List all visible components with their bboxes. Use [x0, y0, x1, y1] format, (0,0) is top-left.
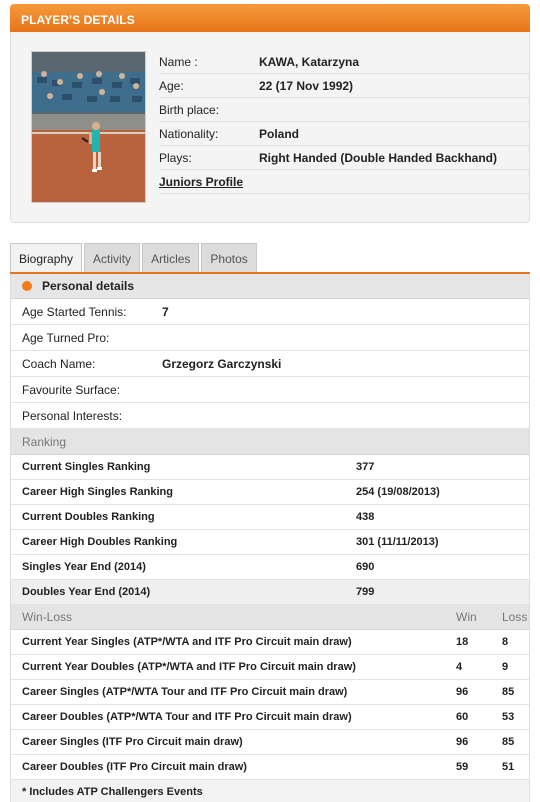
plays-label: Plays:	[159, 150, 192, 165]
tab-photos[interactable]: Photos	[201, 243, 257, 272]
table-row: Favourite Surface:	[11, 377, 529, 403]
table-row: Current Singles Ranking 377	[11, 455, 529, 480]
row-value: 301 (11/11/2013)	[356, 536, 439, 548]
row-label: Doubles Year End (2014)	[22, 586, 151, 598]
win-column-header: Win	[456, 610, 477, 624]
age-label: Age:	[159, 78, 184, 93]
row-loss: 85	[502, 736, 515, 748]
row-label: Coach Name:	[22, 356, 96, 371]
row-value: 7	[162, 304, 169, 319]
table-row: Singles Year End (2014) 690	[11, 555, 529, 580]
tab-biography[interactable]: Biography	[10, 243, 83, 273]
row-value: 799	[356, 586, 375, 598]
row-label: Current Singles Ranking	[22, 461, 151, 473]
table-row: Career High Doubles Ranking 301 (11/11/2…	[11, 530, 529, 555]
info-row-birth: Birth place:	[159, 98, 529, 122]
nationality-label: Nationality:	[159, 126, 219, 141]
bullet-dot-icon	[22, 281, 32, 291]
row-loss: 53	[502, 711, 515, 723]
table-row: Age Started Tennis: 7	[11, 299, 529, 325]
table-row: Career High Singles Ranking 254 (19/08/2…	[11, 480, 529, 505]
row-win: 59	[456, 761, 469, 773]
biography-panel: Personal details Age Started Tennis: 7 A…	[10, 274, 530, 802]
row-loss: 85	[502, 686, 515, 698]
row-value: 438	[356, 511, 375, 523]
player-nationality: Poland	[259, 126, 300, 141]
row-label: Current Year Singles (ATP*/WTA and ITF P…	[22, 636, 352, 648]
player-age: 22 (17 Nov 1992)	[259, 78, 354, 93]
row-label: Career Singles (ITF Pro Circuit main dra…	[22, 736, 243, 748]
juniors-profile-link[interactable]: Juniors Profile	[159, 175, 243, 189]
row-label: Favourite Surface:	[22, 382, 121, 397]
table-row: Current Year Singles (ATP*/WTA and ITF P…	[11, 630, 529, 655]
row-label: Career High Singles Ranking	[22, 486, 173, 498]
player-info: Name : KAWA, Katarzyna Age: 22 (17 Nov 1…	[159, 50, 529, 194]
winloss-header: Win-Loss Win Loss	[11, 605, 529, 630]
info-row-age: Age: 22 (17 Nov 1992)	[159, 74, 529, 98]
row-label: Career Singles (ATP*/WTA Tour and ITF Pr…	[22, 686, 348, 698]
player-photo	[31, 51, 146, 203]
row-label: Age Turned Pro:	[22, 330, 110, 345]
footnote-text: * Includes ATP Challengers Events	[22, 786, 203, 798]
personal-details-title: Personal details	[42, 279, 135, 293]
info-row-name: Name : KAWA, Katarzyna	[159, 50, 529, 74]
info-row-nationality: Nationality: Poland	[159, 122, 529, 146]
row-loss: 8	[502, 636, 509, 648]
table-row: Current Year Doubles (ATP*/WTA and ITF P…	[11, 655, 529, 680]
player-details-panel: Name : KAWA, Katarzyna Age: 22 (17 Nov 1…	[10, 32, 530, 223]
players-details-header: PLAYER'S DETAILS	[10, 4, 530, 32]
row-label: Career Doubles (ATP*/WTA Tour and ITF Pr…	[22, 711, 352, 723]
row-win: 60	[456, 711, 469, 723]
row-label: Singles Year End (2014)	[22, 561, 146, 573]
row-label: Personal Interests:	[22, 408, 123, 423]
table-row: Current Doubles Ranking 438	[11, 505, 529, 530]
tab-articles[interactable]: Articles	[142, 243, 200, 272]
info-row-juniors: Juniors Profile	[159, 170, 529, 194]
table-row: Age Turned Pro:	[11, 325, 529, 351]
ranking-header: Ranking	[11, 429, 529, 455]
winloss-title: Win-Loss	[22, 610, 73, 624]
table-row: Career Singles (ATP*/WTA Tour and ITF Pr…	[11, 680, 529, 705]
row-win: 18	[456, 636, 469, 648]
table-row: Doubles Year End (2014) 799	[11, 580, 529, 605]
row-win: 96	[456, 686, 469, 698]
table-row: Coach Name: Grzegorz Garczynski	[11, 351, 529, 377]
table-row: Career Singles (ITF Pro Circuit main dra…	[11, 730, 529, 755]
tab-activity[interactable]: Activity	[84, 243, 141, 272]
player-plays: Right Handed (Double Handed Backhand)	[259, 150, 498, 165]
name-label: Name :	[159, 54, 198, 69]
row-label: Career Doubles (ITF Pro Circuit main dra…	[22, 761, 247, 773]
loss-column-header: Loss	[502, 610, 528, 624]
table-row: Career Doubles (ITF Pro Circuit main dra…	[11, 755, 529, 780]
row-label: Career High Doubles Ranking	[22, 536, 178, 548]
row-value: 254 (19/08/2013)	[356, 486, 440, 498]
row-loss: 51	[502, 761, 515, 773]
table-row: Career Doubles (ATP*/WTA Tour and ITF Pr…	[11, 705, 529, 730]
row-label: Current Year Doubles (ATP*/WTA and ITF P…	[22, 661, 356, 673]
row-value: 377	[356, 461, 375, 473]
row-label: Current Doubles Ranking	[22, 511, 155, 523]
table-row: Personal Interests:	[11, 403, 529, 429]
info-row-plays: Plays: Right Handed (Double Handed Backh…	[159, 146, 529, 170]
players-details-title: PLAYER'S DETAILS	[21, 13, 135, 27]
row-loss: 9	[502, 661, 509, 673]
row-value: Grzegorz Garczynski	[162, 356, 282, 371]
row-label: Age Started Tennis:	[22, 304, 127, 319]
row-win: 96	[456, 736, 469, 748]
profile-tabs: Biography Activity Articles Photos	[10, 243, 259, 273]
ranking-title: Ranking	[22, 434, 67, 449]
birth-label: Birth place:	[159, 102, 220, 117]
personal-details-header: Personal details	[11, 274, 529, 299]
footnote: * Includes ATP Challengers Events	[11, 780, 529, 802]
player-name: KAWA, Katarzyna	[259, 54, 360, 69]
row-value: 690	[356, 561, 375, 573]
row-win: 4	[456, 661, 463, 673]
